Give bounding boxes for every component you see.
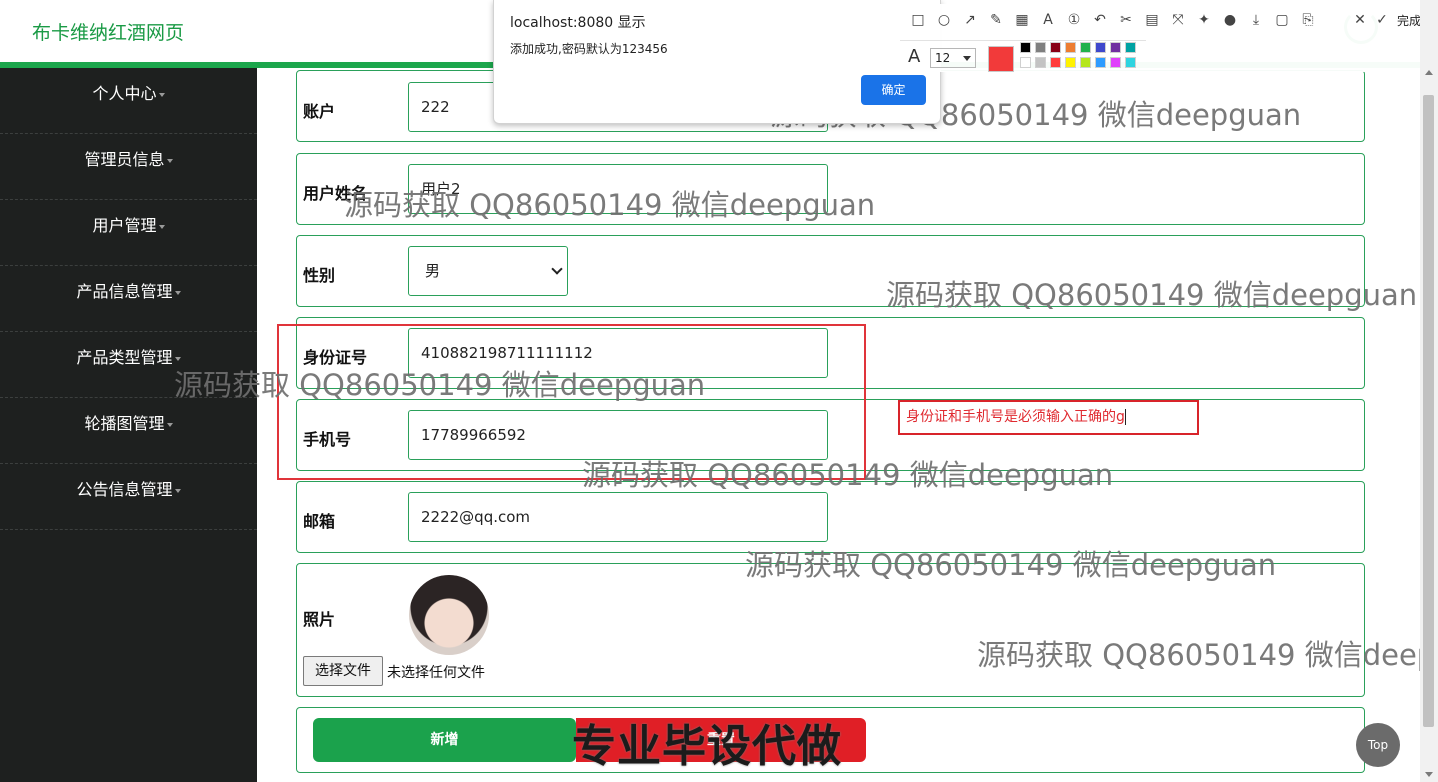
color-swatch[interactable] xyxy=(1020,42,1031,53)
pin-icon[interactable]: ✦ xyxy=(1196,12,1212,28)
annotation-note: 身份证和手机号是必须输入正确的g xyxy=(898,400,1199,435)
caret-down-icon xyxy=(158,224,165,229)
sidebar-item-label: 轮播图管理 xyxy=(84,414,165,433)
font-icon: A xyxy=(908,46,921,67)
watermark-text: 源码获取 QQ86050149 微信deepguan xyxy=(977,638,1438,672)
sidebar-item-admin-info[interactable]: 管理员信息 xyxy=(0,134,257,200)
sidebar-item-label: 个人中心 xyxy=(92,84,157,103)
color-swatch[interactable] xyxy=(1050,42,1061,53)
back-to-top-button[interactable]: Top xyxy=(1356,723,1400,767)
mosaic-tool-icon[interactable]: ▦ xyxy=(1014,12,1030,28)
user-photo xyxy=(409,575,489,655)
color-swatch[interactable] xyxy=(1125,42,1136,53)
color-swatch[interactable] xyxy=(1095,57,1106,68)
ocr-icon[interactable]: ▤ xyxy=(1144,12,1160,28)
chevron-down-icon xyxy=(551,263,563,275)
app-window: 布卡维纳红酒网页 个人中心 管理员信息 用户管理 产品信息管理 产品类型管理 轮… xyxy=(0,0,1438,782)
done-button[interactable]: 完成 xyxy=(1397,12,1421,29)
dialog-message: 添加成功,密码默认为123456 xyxy=(510,42,668,56)
ellipse-tool-icon[interactable]: ○ xyxy=(936,12,952,28)
color-swatch[interactable] xyxy=(1110,42,1121,53)
brand-title: 布卡维纳红酒网页 xyxy=(32,22,185,44)
gender-select[interactable]: 男 xyxy=(408,246,568,296)
color-swatch[interactable] xyxy=(1080,42,1091,53)
check-icon[interactable]: ✓ xyxy=(1374,12,1390,28)
text-tool-icon[interactable]: A xyxy=(1040,12,1056,28)
rectangle-tool-icon[interactable]: □ xyxy=(910,12,926,28)
caret-down-icon xyxy=(166,422,173,427)
photo-label: 照片 xyxy=(303,610,336,629)
sidebar-item-announcement[interactable]: 公告信息管理 xyxy=(0,464,257,530)
toolbar-divider xyxy=(900,40,1146,41)
chevron-down-icon xyxy=(963,56,971,61)
color-swatch[interactable] xyxy=(1035,42,1046,53)
dialog-ok-button[interactable]: 确定 xyxy=(861,75,926,105)
watermark-text: 源码获取 QQ86050149 微信deepguan xyxy=(344,188,876,222)
screenshot-toolbar: □ ○ ↗ ✎ ▦ A ① ↶ ✂ ▤ ⤧ ✦ ● ⤓ ▢ ⎘ ✕ ✓ 完成 A… xyxy=(900,4,1438,72)
font-size-value: 12 xyxy=(935,51,951,65)
annotation-note-text: 身份证和手机号是必须输入正确的g xyxy=(906,409,1125,425)
color-swatch[interactable] xyxy=(1035,57,1046,68)
color-swatch[interactable] xyxy=(1020,57,1031,68)
color-swatch[interactable] xyxy=(1065,42,1076,53)
sidebar-item-user-management[interactable]: 用户管理 xyxy=(0,200,257,266)
sidebar-item-label: 管理员信息 xyxy=(84,150,165,169)
sidebar-item-label: 产品信息管理 xyxy=(76,282,173,301)
text-cursor xyxy=(1124,409,1126,425)
caret-down-icon xyxy=(174,290,181,295)
caret-down-icon xyxy=(174,488,181,493)
sidebar: 个人中心 管理员信息 用户管理 产品信息管理 产品类型管理 轮播图管理 公告信息… xyxy=(0,68,257,782)
scroll-up-icon[interactable] xyxy=(1425,70,1433,75)
pen-tool-icon[interactable]: ✎ xyxy=(988,12,1004,28)
scrollbar-thumb[interactable] xyxy=(1423,95,1434,727)
watermark-text: 源码获取 QQ86050149 微信deepguan xyxy=(886,278,1418,312)
share-icon[interactable]: ⎘ xyxy=(1300,12,1316,28)
choose-file-button[interactable]: 选择文件 xyxy=(303,656,383,686)
sidebar-item-product-info[interactable]: 产品信息管理 xyxy=(0,266,257,332)
no-file-text: 未选择任何文件 xyxy=(387,665,485,681)
translate-icon[interactable]: ⤧ xyxy=(1170,12,1186,28)
scroll-down-icon[interactable] xyxy=(1425,772,1433,777)
sidebar-item-carousel[interactable]: 轮播图管理 xyxy=(0,398,257,464)
email-label: 邮箱 xyxy=(303,512,336,531)
color-swatch[interactable] xyxy=(1050,57,1061,68)
color-swatch[interactable] xyxy=(1095,42,1106,53)
cut-icon[interactable]: ✂ xyxy=(1118,12,1134,28)
caret-down-icon xyxy=(166,158,173,163)
color-swatch[interactable] xyxy=(1080,57,1091,68)
copy-icon[interactable]: ▢ xyxy=(1274,12,1290,28)
sidebar-item-label: 产品类型管理 xyxy=(76,348,173,367)
gender-label: 性别 xyxy=(303,266,336,285)
watermark-text: 源码获取 QQ86050149 微信deepguan xyxy=(745,548,1277,582)
vertical-scrollbar[interactable] xyxy=(1420,0,1438,782)
ad-banner-text: 专业毕设代做 xyxy=(572,721,842,772)
caret-down-icon xyxy=(158,92,165,97)
sidebar-item-label: 用户管理 xyxy=(92,216,157,235)
add-button[interactable]: 新增 xyxy=(313,718,576,762)
font-size-select[interactable]: 12 xyxy=(930,48,976,68)
record-icon[interactable]: ● xyxy=(1222,12,1238,28)
download-icon[interactable]: ⤓ xyxy=(1248,12,1264,28)
current-color-swatch[interactable] xyxy=(988,46,1014,72)
alert-dialog: localhost:8080 显示 添加成功,密码默认为123456 确定 xyxy=(493,0,941,124)
number-tool-icon[interactable]: ① xyxy=(1066,12,1082,28)
watermark-text: 源码获取 QQ86050149 微信deepguan xyxy=(174,368,706,402)
portrait-image xyxy=(409,575,489,655)
color-swatch[interactable] xyxy=(1110,57,1121,68)
watermark-text: 源码获取 QQ86050149 微信deepguan xyxy=(582,458,1114,492)
close-icon[interactable]: ✕ xyxy=(1352,12,1368,28)
sidebar-item-label: 公告信息管理 xyxy=(76,480,173,499)
account-label: 账户 xyxy=(303,102,336,121)
undo-icon[interactable]: ↶ xyxy=(1092,12,1108,28)
caret-down-icon xyxy=(174,356,181,361)
dialog-title: localhost:8080 显示 xyxy=(510,15,646,31)
gender-select-value: 男 xyxy=(425,262,441,280)
email-input[interactable]: 2222@qq.com xyxy=(408,492,828,542)
color-swatch[interactable] xyxy=(1065,57,1076,68)
arrow-tool-icon[interactable]: ↗ xyxy=(962,12,978,28)
color-swatch[interactable] xyxy=(1125,57,1136,68)
sidebar-item-personal-center[interactable]: 个人中心 xyxy=(0,68,257,134)
